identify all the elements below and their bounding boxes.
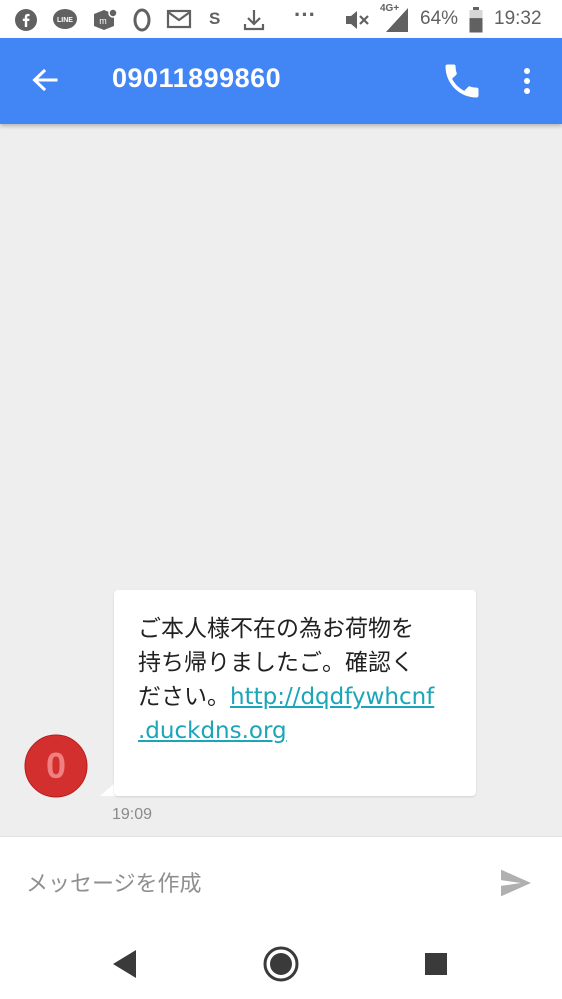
app-bar: 09011899860 — [0, 38, 562, 124]
arrow-back-icon — [32, 68, 58, 92]
nav-home-button[interactable] — [259, 942, 303, 986]
network-type-label: 4G+ — [380, 3, 400, 14]
mute-icon — [344, 8, 370, 36]
mercari-icon: m — [92, 8, 118, 36]
nav-back-button[interactable] — [104, 942, 148, 986]
compose-bar — [0, 836, 562, 929]
home-circle-icon — [263, 946, 299, 982]
send-icon — [501, 869, 531, 897]
back-button[interactable] — [22, 59, 66, 103]
line-icon: LINE — [52, 8, 78, 36]
back-triangle-icon — [113, 950, 136, 978]
avatar-letter: 0 — [46, 745, 66, 786]
nav-recents-button[interactable] — [414, 942, 458, 986]
call-button[interactable] — [440, 58, 484, 104]
ring-icon — [132, 8, 152, 36]
message-timestamp: 19:09 — [112, 806, 153, 823]
phone-icon — [445, 64, 479, 98]
message-bubble[interactable]: ご本人様不在の為お荷物を 持ち帰りましたご。確認く ださい。http://dqd… — [114, 590, 476, 796]
more-options-button[interactable] — [512, 58, 542, 104]
message-text: ご本人様不在の為お荷物を 持ち帰りましたご。確認く ださい。http://dqd… — [138, 612, 458, 748]
contact-avatar[interactable]: 0 — [24, 734, 88, 798]
svg-text:m: m — [99, 16, 107, 26]
clock: 19:32 — [494, 8, 542, 29]
more-notifications-icon: ··· — [294, 2, 316, 27]
compose-input[interactable] — [24, 863, 468, 905]
svg-text:LINE: LINE — [57, 17, 73, 24]
status-bar: LINE m S ··· 4G+ 64% 19:32 — [0, 0, 562, 38]
conversation-title: 09011899860 — [112, 63, 282, 93]
battery-percent: 64% — [420, 8, 459, 29]
battery-icon — [469, 7, 483, 37]
download-icon — [242, 8, 266, 36]
more-vert-icon — [524, 68, 530, 94]
send-button[interactable] — [496, 863, 536, 903]
recents-square-icon — [425, 953, 447, 975]
facebook-icon — [14, 8, 38, 36]
mail-icon — [166, 8, 192, 34]
system-nav-bar — [0, 928, 562, 999]
s-icon: S — [209, 9, 221, 28]
